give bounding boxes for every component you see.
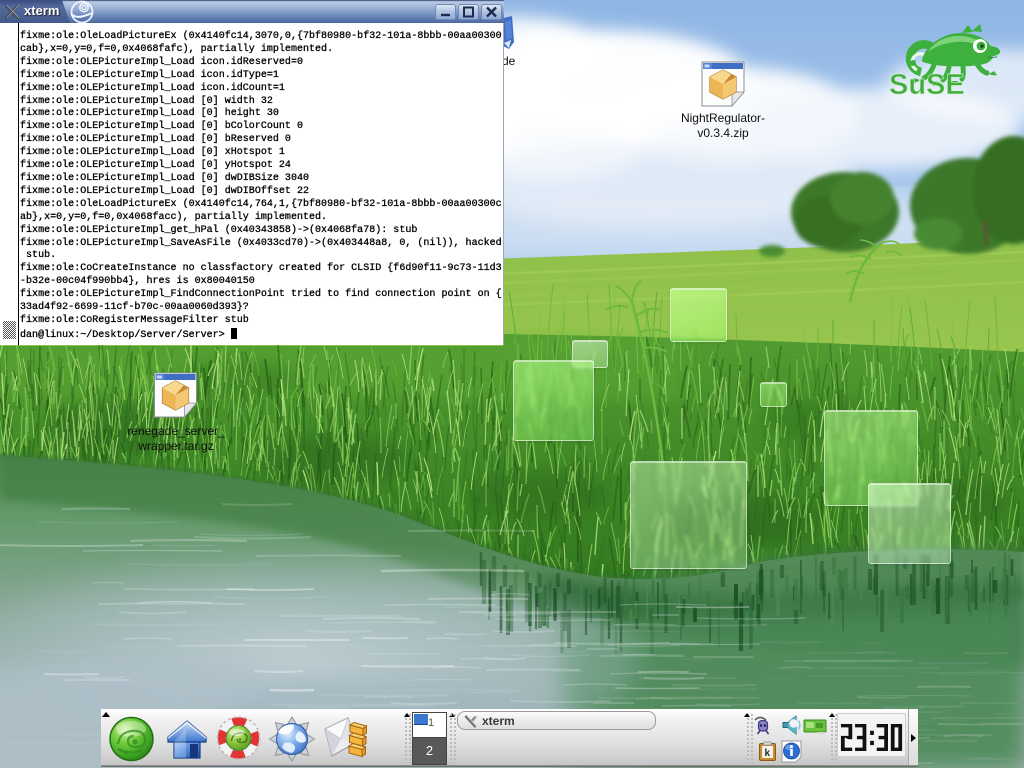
svg-text:k: k xyxy=(765,748,771,759)
svg-text:SuSE: SuSE xyxy=(889,69,965,101)
